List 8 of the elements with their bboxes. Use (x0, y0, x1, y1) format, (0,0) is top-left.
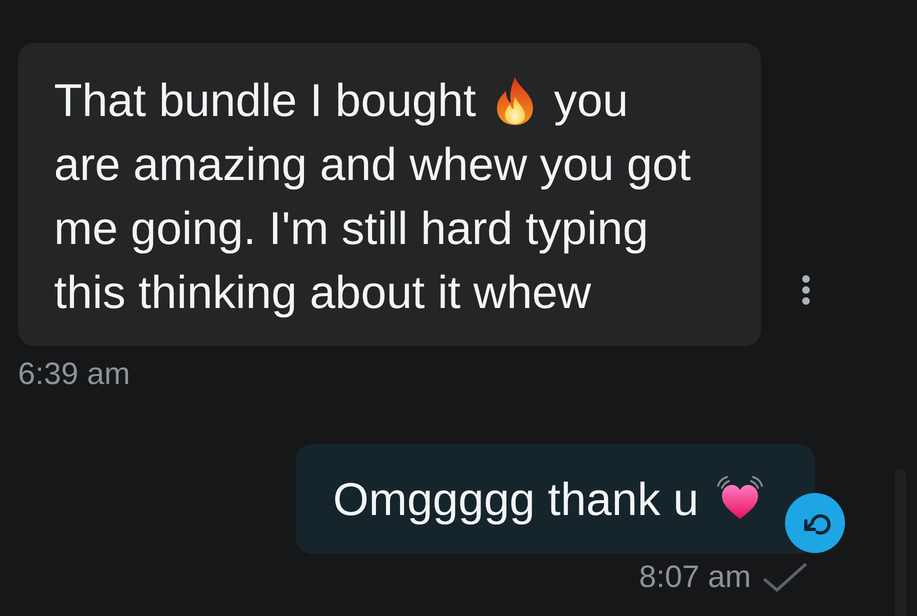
heart-emoji-icon (714, 475, 765, 521)
message-time: 6:39 am (18, 356, 130, 391)
message-time: 8:07 am (638, 558, 751, 595)
message-text: are amazing and whew you got me going. I'm still hard typing this thinking about it whew (54, 138, 691, 318)
message-text: you (554, 74, 628, 126)
more-options-icon[interactable] (800, 274, 812, 306)
message-text: Omggggg thank u (333, 473, 699, 525)
message-text: That bundle I bought (54, 74, 476, 126)
